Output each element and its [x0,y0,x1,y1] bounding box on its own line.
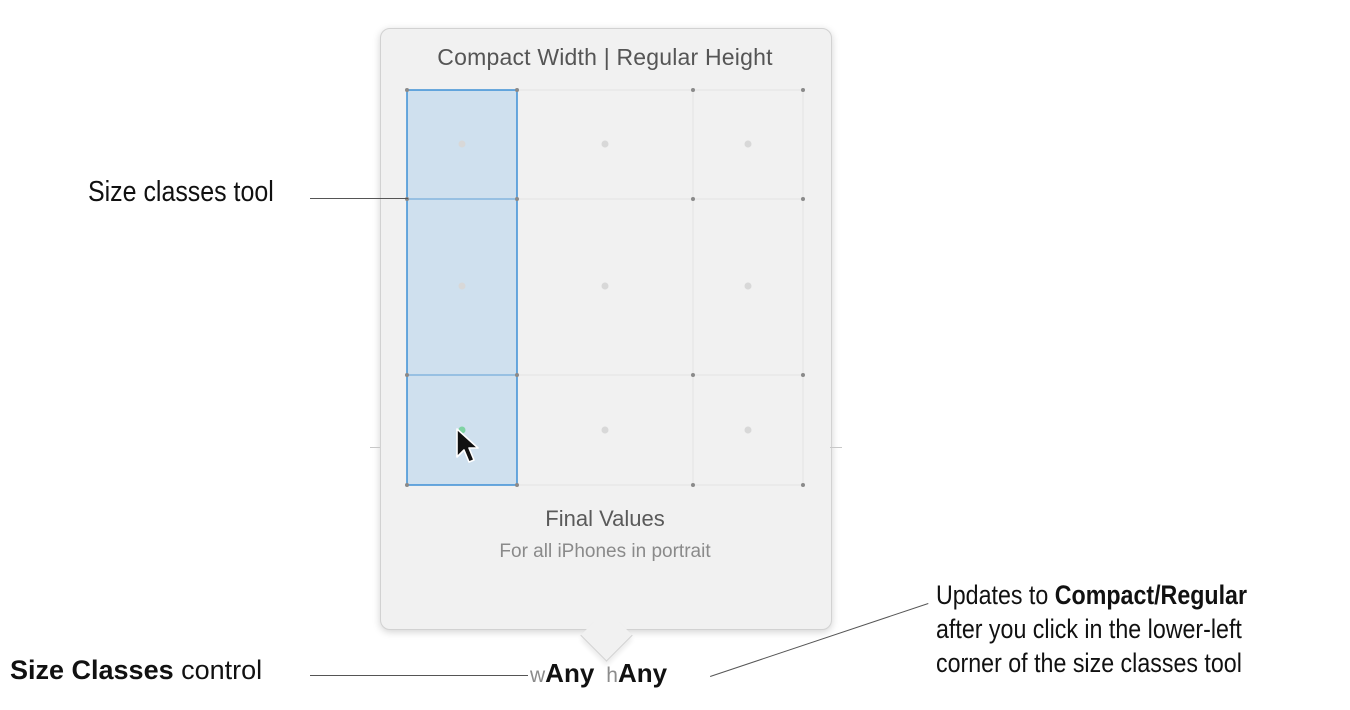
width-value: Any [545,658,595,688]
final-values-subtitle: For all iPhones in portrait [499,541,711,562]
width-prefix: w [530,664,546,687]
callout-size-classes-control: Size Classes control [10,655,262,686]
callout-control-bold: Size Classes [10,655,174,685]
size-classes-grid[interactable] [395,80,815,495]
callout-updates-line1-a: Updates to [936,580,1055,610]
canvas: Compact Width | Regular Height Final Val… [0,0,1350,710]
height-value: Any [617,658,668,688]
height-prefix: h [606,664,618,687]
callout-line-control [310,675,528,676]
popover-arrow-cover [578,600,638,622]
callout-control-rest: control [173,655,263,685]
final-values-title: Final Values [545,506,665,531]
popover-side-line-left [370,447,380,448]
callout-updates-line3: corner of the size classes tool [936,648,1242,678]
popover-title: Compact Width | Regular Height [437,44,773,70]
callout-size-classes-tool: Size classes tool [88,176,274,208]
callout-updates-line1: Updates to Compact/Regular [936,578,1247,612]
callout-updates: Updates to Compact/Regular after you cli… [936,578,1247,680]
callout-updates-line1-b: Compact/Regular [1054,580,1248,610]
popover-side-line-right [830,447,842,448]
size-classes-control[interactable]: wAny hAny [530,658,667,689]
callout-line-tool [310,198,408,199]
callout-updates-line2: after you click in the lower-left [936,614,1242,644]
